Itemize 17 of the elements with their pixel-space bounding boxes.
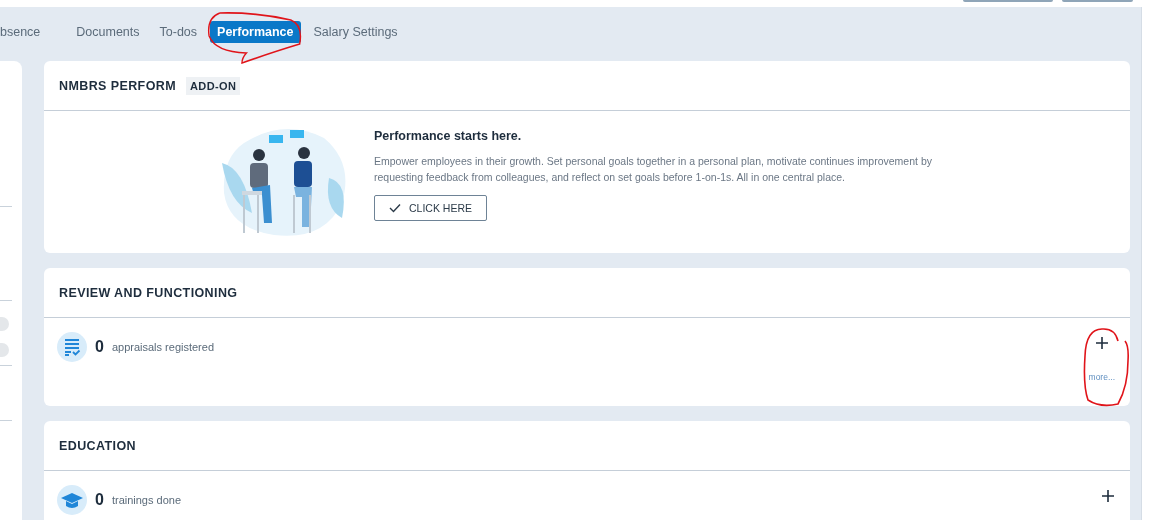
count: 0 <box>95 491 104 509</box>
tab[interactable]: Salary Settings <box>306 21 405 43</box>
click-here-button[interactable]: CLICK HERE <box>374 195 487 221</box>
tab[interactable]: Documents <box>69 21 147 43</box>
card-title: REVIEW AND FUNCTIONING <box>59 285 238 300</box>
count-label: appraisals registered <box>111 341 215 353</box>
add-on-badge: ADD-ON <box>186 76 241 95</box>
card-title: NMBRS PERFORM <box>59 78 176 93</box>
promo-description: Empower employees in their growth. Set personal goals together in a personal plan, motivate continues improvement by requesting feedback from colleagues, and reflect on set goals before 1-on-1s. All in one central place. <box>374 154 933 185</box>
count-label: trainings done <box>111 494 181 506</box>
more-link[interactable]: more... <box>1088 372 1115 382</box>
tab[interactable]: To-dos <box>152 21 205 43</box>
count: 0 <box>95 338 104 356</box>
tab[interactable]: Performance <box>210 21 301 43</box>
promo-heading: Performance starts here. <box>374 129 523 143</box>
card-title: EDUCATION <box>59 438 136 453</box>
tab[interactable]: bsence <box>0 21 48 43</box>
